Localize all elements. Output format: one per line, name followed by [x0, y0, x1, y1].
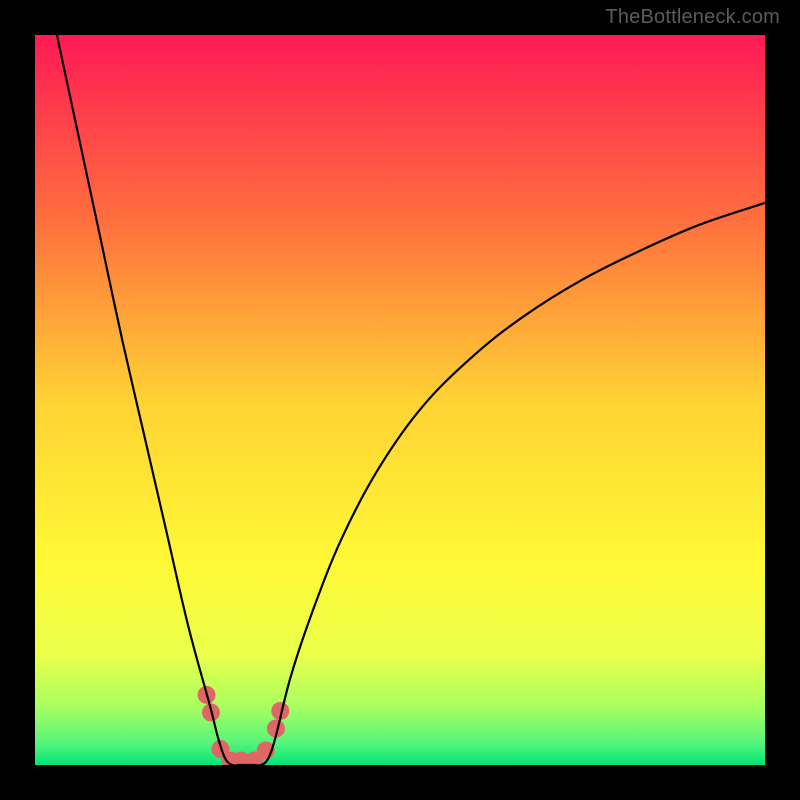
plot-area [35, 35, 765, 765]
chart-frame: TheBottleneck.com [0, 0, 800, 800]
watermark-text: TheBottleneck.com [605, 6, 780, 29]
marker-group [198, 686, 290, 765]
curve-layer [35, 35, 765, 765]
bottleneck-curve [57, 35, 765, 765]
